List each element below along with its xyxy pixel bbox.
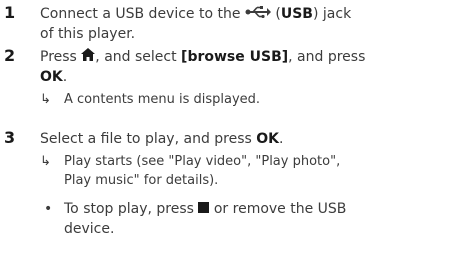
step-line: Connect a USB device to the (USB) jack — [40, 4, 455, 24]
result-text: Play starts (see "Play video", "Play pho… — [64, 154, 341, 169]
menu-option-browse-usb: [browse USB] — [181, 49, 289, 65]
step-text-segment: Select a file to play, and press — [40, 131, 257, 147]
usb-icon — [245, 4, 271, 24]
step-line: Select a file to play, and press OK. — [40, 129, 455, 149]
step-text-segment: ( — [270, 6, 281, 22]
step-line: Press , and select [browse USB], and pre… — [40, 47, 455, 67]
stop-icon — [198, 199, 210, 219]
step-number: 3 — [4, 128, 16, 147]
step-text-segment: . — [279, 131, 284, 147]
step-text-segment: Connect a USB device to the — [40, 6, 241, 22]
step-text-segment: , and select — [95, 49, 182, 65]
bullet-line: To stop play, press or remove the USB — [64, 199, 459, 219]
result-arrow-icon: ↳ — [40, 154, 51, 169]
step-3-result: ↳ Play starts (see "Play video", "Play p… — [40, 152, 459, 190]
ok-key-label: OK — [256, 131, 280, 147]
step-text-segment: Press — [40, 49, 82, 65]
result-arrow-icon: ↳ — [40, 92, 51, 107]
home-icon — [81, 47, 96, 67]
usb-label: USB — [280, 6, 313, 22]
step-text: Press , and select [browse USB], and pre… — [40, 47, 455, 87]
step-number: 2 — [4, 46, 16, 65]
bullet-text: To stop play, press — [64, 201, 199, 217]
bullet-text: or remove the USB — [209, 201, 347, 217]
step-line: of this player. — [40, 26, 136, 42]
step-text: Connect a USB device to the (USB) jack o… — [40, 4, 455, 44]
bullet-dot-icon: • — [44, 201, 53, 217]
step-text-segment: , and press — [288, 49, 366, 65]
instructions-page: 1 Connect a USB device to the (USB) jack… — [0, 0, 462, 275]
step-number: 1 — [4, 3, 16, 22]
step-text: Select a file to play, and press OK. — [40, 129, 455, 149]
step-2-result: ↳ A contents menu is displayed. — [40, 90, 459, 109]
step-line: OK. — [40, 67, 455, 87]
step-3-bullet: • To stop play, press or remove the USB … — [44, 199, 459, 239]
ok-key-label: OK — [40, 69, 63, 85]
bullet-line: device. — [64, 221, 115, 237]
step-text-segment: ) jack — [312, 6, 352, 22]
step-text-segment: . — [62, 69, 68, 85]
result-text: A contents menu is displayed. — [64, 92, 261, 107]
result-text: Play music" for details). — [64, 173, 219, 188]
